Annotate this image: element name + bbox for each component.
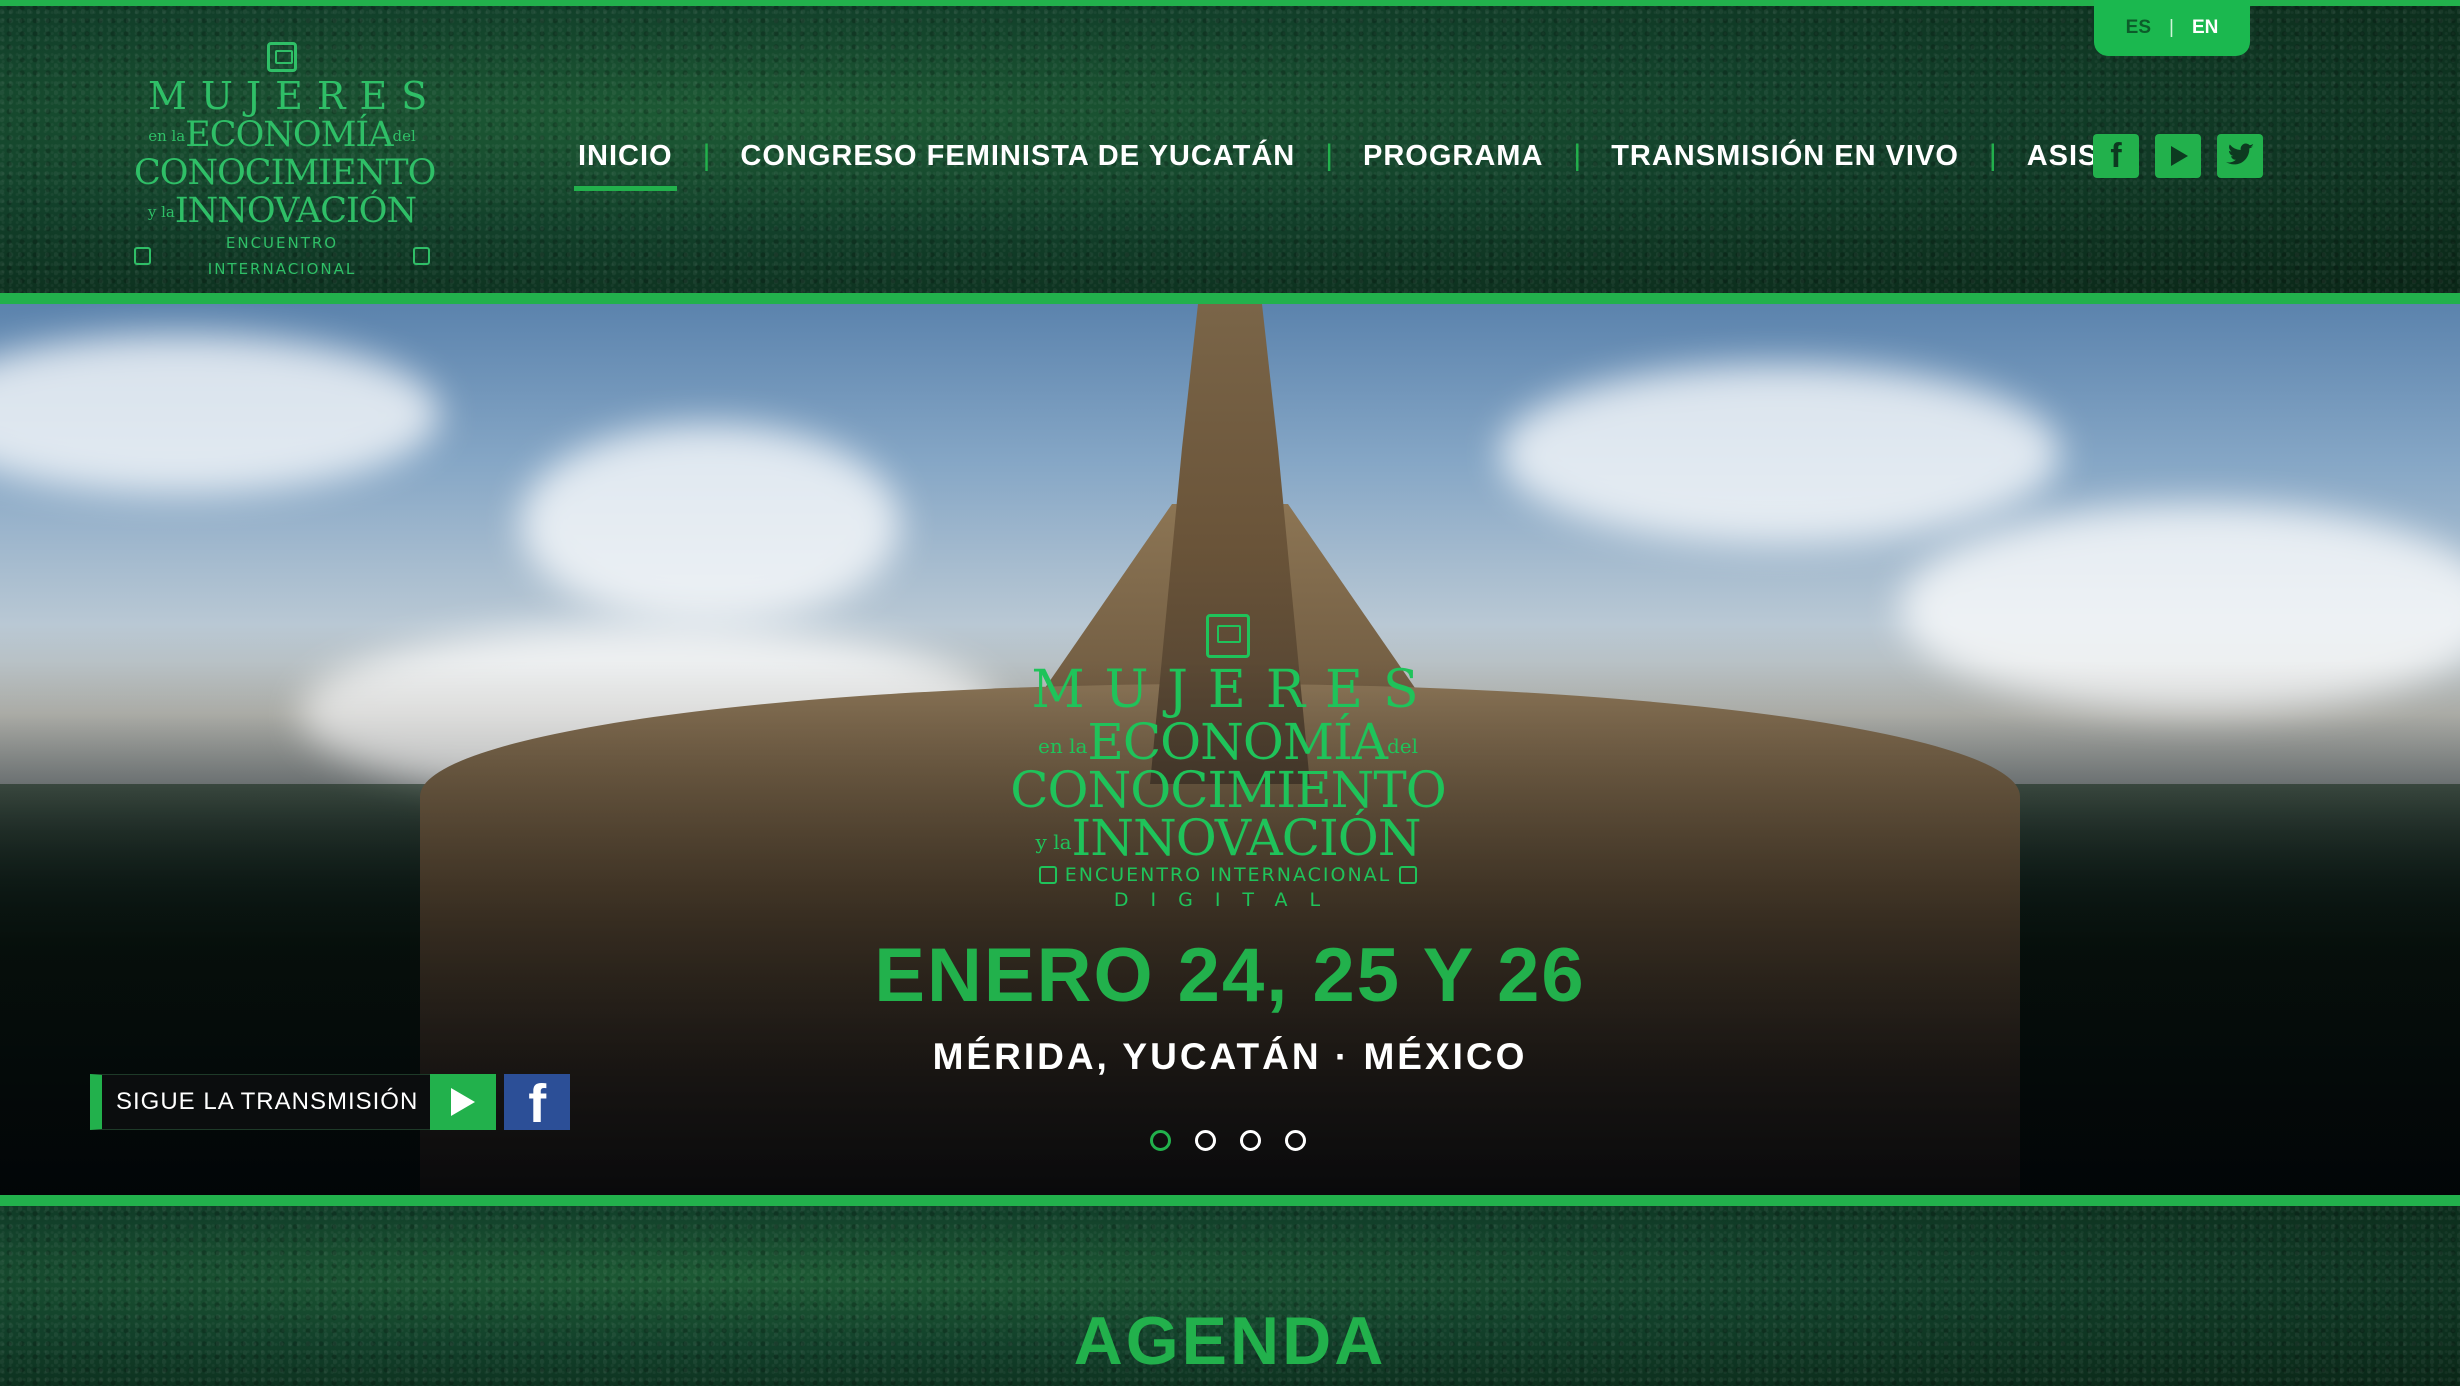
- logo-line-conocimiento: CONOCIMIENTO: [134, 153, 436, 193]
- lang-separator: |: [2169, 17, 2174, 38]
- youtube-icon[interactable]: [2155, 134, 2201, 178]
- main-nav: INICIO | CONGRESO FEMINISTA DE YUCATÁN |…: [570, 130, 2145, 191]
- hero-event-logo: MUJERES en laECONOMÍAdel CONOCIMIENTO y …: [1008, 614, 1448, 912]
- hero-slider: MUJERES en laECONOMÍAdel CONOCIMIENTO y …: [0, 304, 2460, 1195]
- facebook-icon[interactable]: f: [2093, 134, 2139, 178]
- site-logo[interactable]: MUJERES en laECONOMÍAdel CONOCIMIENTO y …: [134, 42, 442, 282]
- maya-glyph-icon: [1038, 866, 1057, 884]
- slider-dot[interactable]: [1195, 1130, 1216, 1151]
- nav-item-inicio[interactable]: INICIO: [570, 134, 681, 191]
- follow-stream-label[interactable]: SIGUE LA TRANSMISIÓN: [90, 1074, 431, 1130]
- nav-separator: |: [1988, 139, 1997, 172]
- logo-line-economia: en laECONOMÍAdel: [148, 115, 416, 155]
- site-header: ES | EN MUJERES en laECONOMÍAdel CONOCIM…: [0, 0, 2460, 293]
- logo-line-digital: DIGITAL: [1113, 889, 1343, 911]
- play-icon[interactable]: [430, 1074, 497, 1130]
- maya-glyph-icon: [413, 247, 430, 265]
- logo-line-innovacion: y laINNOVACIÓN: [147, 191, 417, 231]
- section-title: AGENDA: [1073, 1303, 1387, 1379]
- nav-separator: |: [702, 139, 711, 172]
- nav-item-congreso[interactable]: CONGRESO FEMINISTA DE YUCATÁN: [732, 134, 1303, 179]
- lang-es-link[interactable]: ES: [2126, 17, 2151, 39]
- event-date: ENERO 24, 25 Y 26: [874, 933, 1586, 1018]
- maya-glyph-icon: [1399, 866, 1418, 884]
- lang-en-link[interactable]: EN: [2192, 17, 2218, 39]
- logo-line-mujeres: MUJERES: [148, 74, 442, 118]
- maya-glyph-icon: [1206, 614, 1250, 658]
- hero-divider: [0, 1195, 2460, 1206]
- maya-glyph-icon: [134, 247, 151, 265]
- maya-glyph-icon: [267, 42, 297, 72]
- slider-dot[interactable]: [1285, 1130, 1306, 1151]
- social-links: f: [2093, 134, 2263, 178]
- nav-item-programa[interactable]: PROGRAMA: [1355, 134, 1551, 179]
- logo-line-encuentro: ENCUENTRO INTERNACIONAL: [134, 230, 430, 282]
- nav-separator: |: [1325, 139, 1333, 172]
- logo-line-economia: en laECONOMÍAdel: [1038, 713, 1418, 771]
- twitter-icon[interactable]: [2217, 134, 2263, 178]
- logo-line-innovacion: y laINNOVACIÓN: [1035, 809, 1422, 867]
- agenda-section: AGENDA: [0, 1206, 2460, 1386]
- logo-line-mujeres: MUJERES: [1031, 660, 1439, 720]
- nav-item-transmision[interactable]: TRANSMISIÓN EN VIVO: [1603, 134, 1967, 179]
- slider-dot[interactable]: [1240, 1130, 1261, 1151]
- follow-stream-widget: SIGUE LA TRANSMISIÓN f: [90, 1074, 571, 1130]
- facebook-icon[interactable]: f: [504, 1074, 571, 1130]
- slider-dots: [1150, 1130, 1306, 1151]
- event-location: MÉRIDA, YUCATÁN · MÉXICO: [932, 1036, 1528, 1077]
- header-divider: [0, 293, 2460, 304]
- nav-separator: |: [1573, 139, 1582, 172]
- slider-dot[interactable]: [1150, 1130, 1171, 1151]
- language-switcher: ES | EN: [2094, 0, 2250, 56]
- logo-line-conocimiento: CONOCIMIENTO: [1010, 761, 1447, 819]
